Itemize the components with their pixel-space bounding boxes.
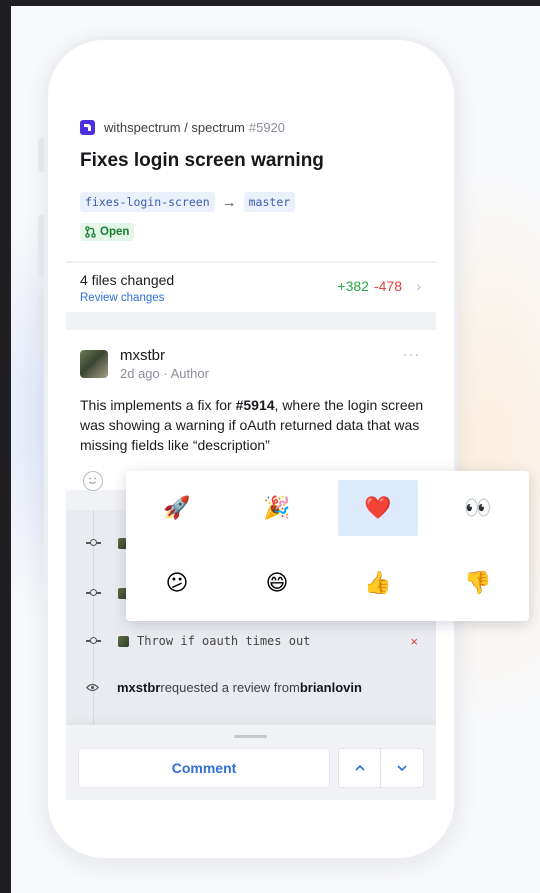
event-target[interactable]: brianlovin [300,680,362,695]
pr-number: #5920 [248,120,286,135]
branch-row: fixes-login-screen → master [80,192,296,212]
reaction-picker: 🚀 🎉 ❤️ 👀 😕 😄 👍 👎 [126,471,529,621]
avatar[interactable] [80,350,108,378]
commit-icon [86,588,101,598]
reaction-laugh[interactable]: 😄 [237,555,317,611]
reaction-rocket[interactable]: 🚀 [137,480,217,536]
deletions-count: -478 [373,278,402,294]
chevron-up-icon[interactable] [338,748,381,788]
app-screen: withspectrum / spectrum #5920 Fixes logi… [66,100,436,800]
avatar [118,635,129,647]
reaction-thumbs-up[interactable]: 👍 [338,555,418,611]
diff-stats: +382 -478 [337,278,402,294]
reaction-thumbs-down[interactable]: 👎 [438,555,518,611]
repo-breadcrumb[interactable]: withspectrum / spectrum #5920 [80,120,285,135]
files-changed-label: 4 files changed [80,272,175,288]
chevron-down-icon[interactable] [381,748,424,788]
comment-author[interactable]: mxstbr [120,347,165,364]
comment-meta: 2d ago · Author [120,366,209,381]
comment-body: This implements a fix for #5914, where t… [80,397,424,453]
pr-title: Fixes login screen warning [80,150,324,171]
more-options-icon[interactable]: ··· [403,346,420,362]
failed-status-icon: × [410,633,418,649]
arrow-right-icon: → [221,193,237,211]
pr-header: withspectrum / spectrum #5920 Fixes logi… [66,100,436,261]
review-request-event: mxstbr requested a review from brianlovi… [86,680,362,695]
repo-path: withspectrum / spectrum [104,120,245,135]
timeline-commit[interactable] [86,533,129,553]
review-changes-link[interactable]: Review changes [80,292,164,304]
commit-icon [86,636,101,646]
head-branch[interactable]: fixes-login-screen [80,192,215,212]
timeline-commit[interactable]: Throw if oauth times out × [86,631,436,651]
drag-handle[interactable] [234,735,267,738]
comment-card: mxstbr 2d ago · Author ··· This implemen… [66,330,436,491]
pull-request-icon [85,226,96,238]
reaction-party[interactable]: 🎉 [237,480,317,536]
commit-message: Throw if oauth times out [137,634,311,648]
reaction-eyes[interactable]: 👀 [438,480,518,536]
files-changed-row[interactable]: 4 files changed Review changes +382 -478 … [66,262,436,312]
chevron-right-icon: › [416,278,421,294]
issue-reference[interactable]: #5914 [236,397,275,413]
comment-composer: Comment [66,725,436,800]
add-reaction-icon[interactable] [83,471,103,491]
eye-icon [86,683,99,692]
status-badge: Open [80,223,135,241]
spectrum-logo-icon [80,120,95,135]
reaction-confused[interactable]: 😕 [137,555,217,611]
commit-icon [86,538,101,548]
reaction-heart[interactable]: ❤️ [338,480,418,536]
base-branch[interactable]: master [243,192,296,212]
timeline-commit[interactable] [86,583,129,603]
comment-button[interactable]: Comment [78,748,330,788]
additions-count: +382 [337,278,369,294]
event-actor[interactable]: mxstbr [117,680,160,695]
status-label: Open [100,226,130,238]
